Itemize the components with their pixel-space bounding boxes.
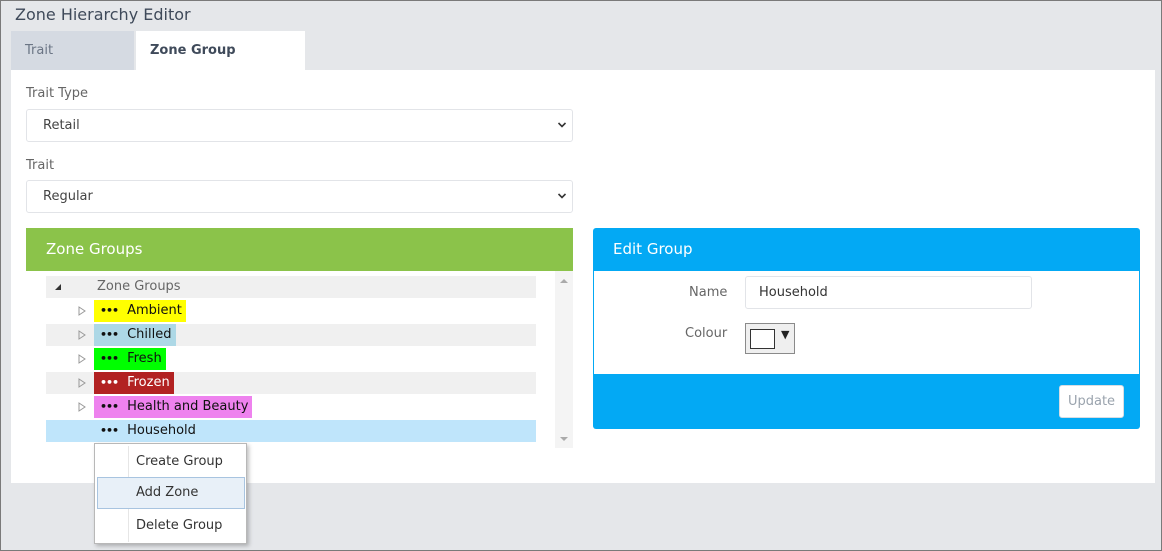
chevron-down-icon (558, 122, 566, 128)
tree-root-row[interactable]: Zone Groups (46, 276, 536, 298)
tree-node-household[interactable]: ••• Household (94, 420, 200, 442)
drag-handle-icon: ••• (100, 304, 119, 317)
tree-node-label: Household (127, 423, 196, 438)
edit-group-footer (593, 374, 1140, 429)
drag-handle-icon: ••• (100, 424, 119, 437)
page-title: Zone Hierarchy Editor (15, 5, 191, 24)
main-panel: Trait Type Retail Trait Regular Zone Gro… (11, 70, 1155, 483)
expand-triangle-icon[interactable] (78, 306, 86, 316)
drag-handle-icon: ••• (100, 328, 119, 341)
trait-type-label: Trait Type (26, 86, 89, 101)
tree-item-frozen[interactable]: ••• Frozen (46, 372, 536, 394)
menu-item-add-zone[interactable]: Add Zone (97, 477, 245, 509)
tree-item-fresh[interactable]: ••• Fresh (46, 348, 536, 370)
name-label: Name (689, 285, 728, 300)
tree-node-frozen[interactable]: ••• Frozen (94, 372, 174, 394)
zone-groups-tree[interactable]: Zone Groups ••• Ambient ••• Chilled ••• Fre… (26, 271, 573, 448)
expand-triangle-icon[interactable] (78, 378, 86, 388)
tree-node-fresh[interactable]: ••• Fresh (94, 348, 166, 370)
expand-triangle-icon[interactable] (78, 354, 86, 364)
group-name-input[interactable]: Household (745, 276, 1032, 309)
drag-handle-icon: ••• (100, 352, 119, 365)
tree-scrollbar[interactable] (555, 271, 573, 448)
drag-handle-icon: ••• (100, 400, 119, 413)
colour-picker[interactable]: ▼ (745, 323, 795, 354)
tree-item-health-and-beauty[interactable]: ••• Health and Beauty (46, 396, 536, 418)
context-menu: Create Group Add Zone Delete Group (94, 443, 247, 544)
tree-node-ambient[interactable]: ••• Ambient (94, 300, 186, 322)
tree-node-label: Fresh (127, 351, 162, 366)
scroll-up-icon[interactable] (560, 278, 568, 284)
edit-group-header: Edit Group (593, 228, 1140, 271)
menu-item-create-group[interactable]: Create Group (97, 446, 245, 478)
tab-zone-group-hierarchy[interactable]: Zone Group Hierarchy (136, 31, 305, 97)
trait-type-value: Retail (43, 118, 80, 133)
tree-item-household[interactable]: ••• Household (46, 420, 536, 442)
trait-type-select[interactable]: Retail (26, 109, 573, 142)
update-button[interactable]: Update (1059, 385, 1124, 418)
tree-node-label: Chilled (127, 327, 172, 342)
tree-root-label: Zone Groups (97, 279, 181, 294)
drag-handle-icon: ••• (100, 376, 119, 389)
tree-item-chilled[interactable]: ••• Chilled (46, 324, 536, 346)
colour-swatch (750, 329, 775, 349)
menu-item-delete-group[interactable]: Delete Group (97, 510, 245, 542)
zone-groups-header: Zone Groups (26, 228, 573, 271)
group-name-value: Household (759, 285, 828, 300)
tree-node-label: Frozen (127, 375, 170, 390)
trait-select[interactable]: Regular (26, 180, 573, 213)
dropdown-arrow-icon: ▼ (781, 328, 790, 341)
trait-label: Trait (26, 158, 55, 173)
tree-node-chilled[interactable]: ••• Chilled (94, 324, 176, 346)
tree-node-health-and-beauty[interactable]: ••• Health and Beauty (94, 396, 253, 418)
tree-item-ambient[interactable]: ••• Ambient (46, 300, 536, 322)
app-window: Zone Hierarchy Editor Trait Hierarchy Zo… (0, 0, 1162, 551)
expand-triangle-icon[interactable] (78, 330, 86, 340)
tab-trait-hierarchy[interactable]: Trait Hierarchy (11, 31, 134, 97)
chevron-down-icon (558, 193, 566, 199)
expand-triangle-icon[interactable] (78, 402, 86, 412)
tree-node-label: Health and Beauty (127, 399, 249, 414)
colour-label: Colour (685, 326, 728, 341)
trait-value: Regular (43, 189, 93, 204)
scroll-down-icon[interactable] (560, 436, 568, 442)
tree-node-label: Ambient (127, 303, 182, 318)
collapse-triangle-icon[interactable] (54, 282, 62, 292)
